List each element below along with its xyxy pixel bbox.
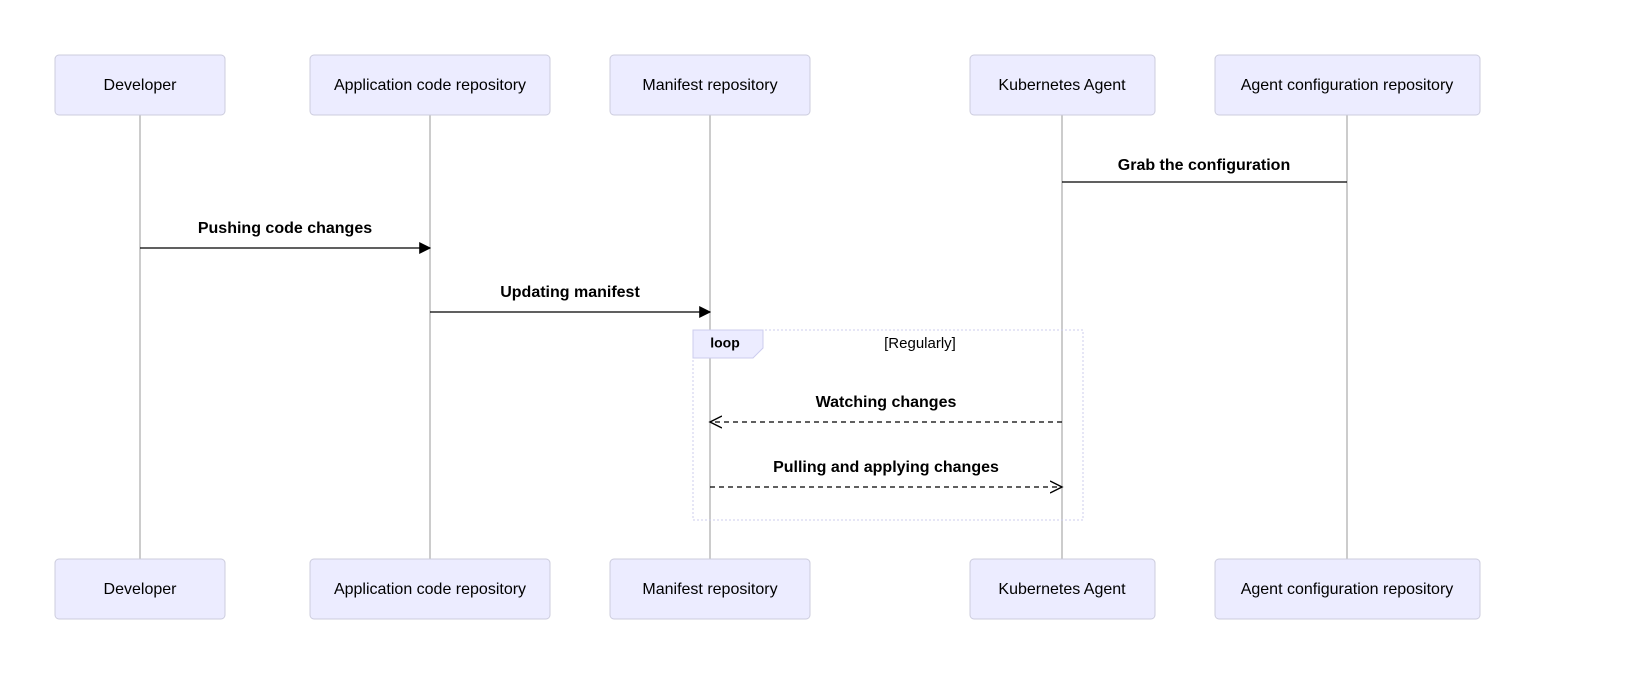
actor-app-repo-top-label: Application code repository: [334, 77, 526, 94]
actor-manifest-repo-bottom-label: Manifest repository: [642, 581, 777, 598]
loop-tab-label: loop: [710, 335, 740, 351]
loop-condition-label: [Regularly]: [884, 335, 956, 352]
msg-grab-config-label: Grab the configuration: [1118, 157, 1290, 174]
actor-developer-bottom-label: Developer: [104, 581, 178, 598]
actor-k8s-agent-top-label: Kubernetes Agent: [998, 77, 1126, 94]
msg-pulling-label: Pulling and applying changes: [773, 459, 999, 476]
actor-developer-top-label: Developer: [104, 77, 178, 94]
sequence-diagram: Developer Application code repository Ma…: [0, 0, 1626, 674]
msg-updating-manifest-label: Updating manifest: [500, 284, 640, 301]
actor-agent-config-repo-bottom-label: Agent configuration repository: [1241, 581, 1454, 598]
msg-watching-label: Watching changes: [816, 394, 957, 411]
msg-pushing-code-label: Pushing code changes: [198, 220, 372, 237]
actor-app-repo-bottom-label: Application code repository: [334, 581, 526, 598]
actor-manifest-repo-top-label: Manifest repository: [642, 77, 777, 94]
actor-agent-config-repo-top-label: Agent configuration repository: [1241, 77, 1454, 94]
actor-k8s-agent-bottom-label: Kubernetes Agent: [998, 581, 1126, 598]
